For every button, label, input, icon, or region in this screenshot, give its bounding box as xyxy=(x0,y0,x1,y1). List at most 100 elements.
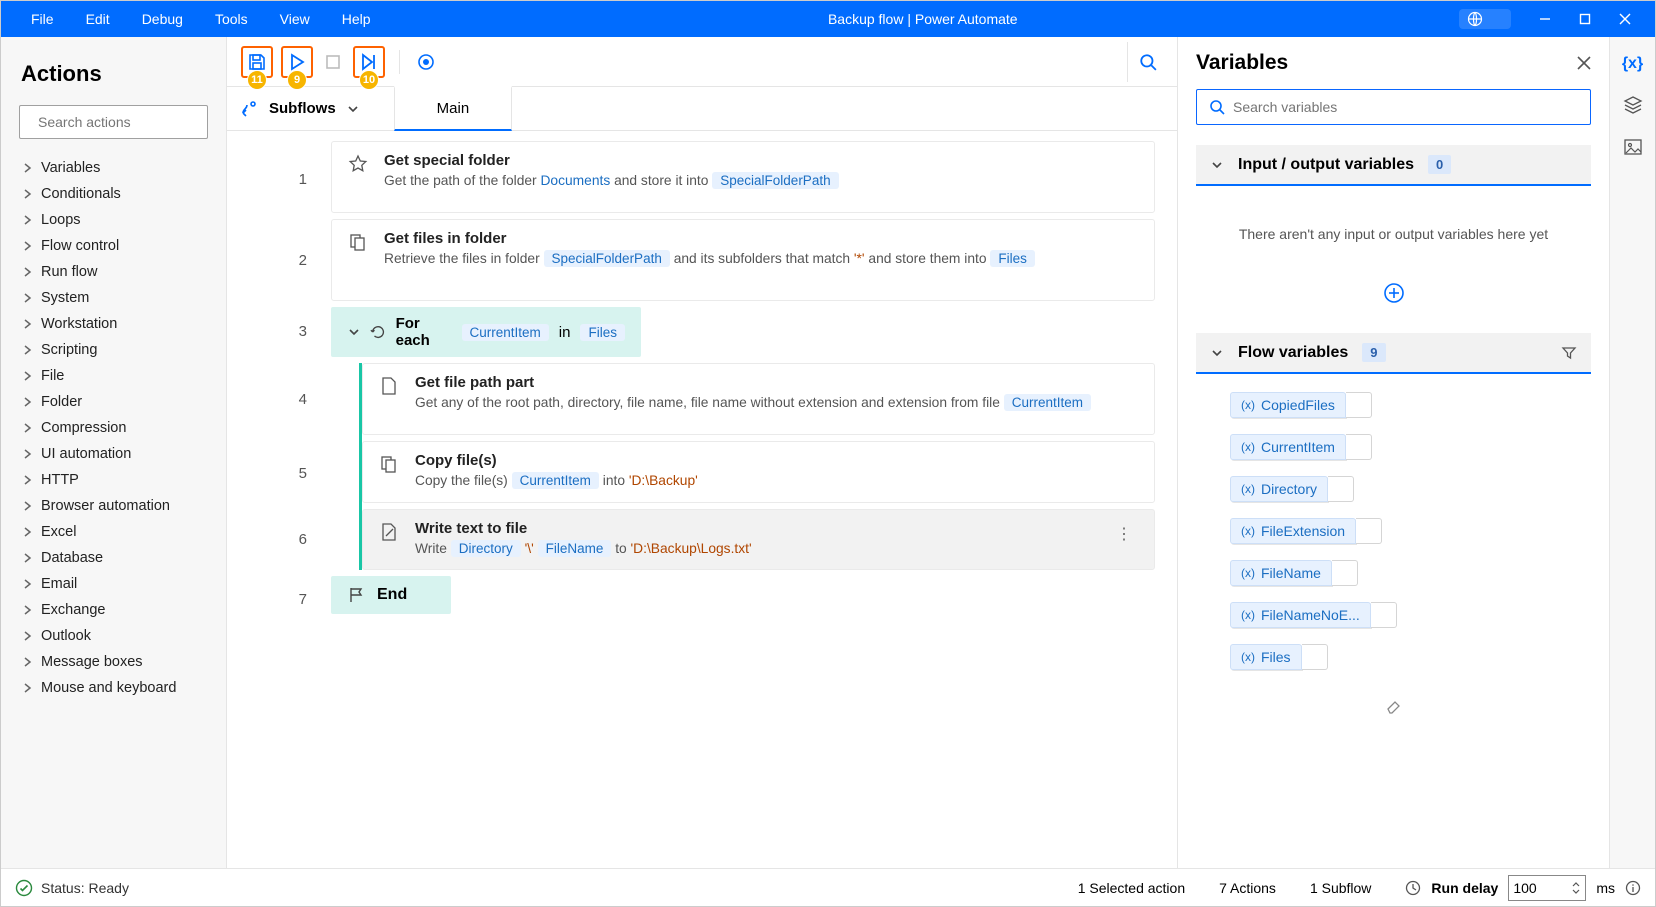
ms-label: ms xyxy=(1596,880,1615,896)
line-3: 3 xyxy=(227,303,327,359)
category-scripting[interactable]: Scripting xyxy=(1,337,226,363)
category-flow-control[interactable]: Flow control xyxy=(1,233,226,259)
flow-vars-header[interactable]: Flow variables 9 xyxy=(1196,333,1591,372)
actions-count: 7 Actions xyxy=(1219,880,1276,896)
variables-title: Variables xyxy=(1196,51,1288,75)
chevron-down-icon[interactable] xyxy=(1210,158,1224,172)
subflow-count: 1 Subflow xyxy=(1310,880,1371,896)
menu-tools[interactable]: Tools xyxy=(199,5,264,33)
save-button[interactable]: 11 xyxy=(241,46,273,78)
filter-icon[interactable] xyxy=(1561,345,1577,361)
flow-var-files[interactable]: (x) Files xyxy=(1230,644,1557,670)
designer-area: 11 9 10 Subflows M xyxy=(227,37,1177,868)
stepper-icon[interactable] xyxy=(1571,879,1581,897)
file-icon xyxy=(380,376,398,396)
flow-var-filename[interactable]: (x) FileName xyxy=(1230,560,1557,586)
category-http[interactable]: HTTP xyxy=(1,467,226,493)
record-button[interactable] xyxy=(410,46,442,78)
actions-pane: Actions VariablesConditionalsLoopsFlow c… xyxy=(1,37,227,868)
run-next-button[interactable]: 10 xyxy=(353,46,385,78)
loop-icon xyxy=(370,323,386,341)
environment-badge[interactable] xyxy=(1459,9,1511,29)
line-2: 2 xyxy=(227,217,327,303)
add-variable-button[interactable] xyxy=(1196,282,1591,333)
close-icon[interactable] xyxy=(1619,13,1631,25)
category-workstation[interactable]: Workstation xyxy=(1,311,226,337)
category-conditionals[interactable]: Conditionals xyxy=(1,181,226,207)
category-loops[interactable]: Loops xyxy=(1,207,226,233)
chevron-down-icon[interactable] xyxy=(347,325,360,339)
flow-var-filenamenoe[interactable]: (x) FileNameNoE... xyxy=(1230,602,1557,628)
actions-categories: VariablesConditionalsLoopsFlow controlRu… xyxy=(1,151,226,852)
more-icon[interactable]: ⋮ xyxy=(1108,520,1140,548)
io-vars-empty: There aren't any input or output variabl… xyxy=(1196,184,1591,282)
menu-file[interactable]: File xyxy=(15,5,70,33)
step-get-file-path-part[interactable]: Get file path part Get any of the root p… xyxy=(362,363,1155,435)
step-get-files-in-folder[interactable]: Get files in folder Retrieve the files i… xyxy=(331,219,1155,301)
subflow-bar: Subflows Main xyxy=(227,87,1177,131)
io-vars-header[interactable]: Input / output variables 0 xyxy=(1196,145,1591,184)
info-icon[interactable] xyxy=(1625,880,1641,896)
files-icon xyxy=(348,232,368,252)
flow-var-currentitem[interactable]: (x) CurrentItem xyxy=(1230,434,1557,460)
flow-vars-list: (x) CopiedFiles (x) CurrentItem (x) Direct… xyxy=(1196,372,1591,692)
menu-help[interactable]: Help xyxy=(326,5,387,33)
category-variables[interactable]: Variables xyxy=(1,155,226,181)
category-browser-automation[interactable]: Browser automation xyxy=(1,493,226,519)
subflows-label[interactable]: Subflows xyxy=(269,100,336,117)
maximize-icon[interactable] xyxy=(1579,13,1591,25)
category-folder[interactable]: Folder xyxy=(1,389,226,415)
minimize-icon[interactable] xyxy=(1539,13,1551,25)
flow-var-fileextension[interactable]: (x) FileExtension xyxy=(1230,518,1557,544)
variables-rail-icon[interactable]: {x} xyxy=(1622,55,1643,73)
category-outlook[interactable]: Outlook xyxy=(1,623,226,649)
line-7: 7 xyxy=(227,571,327,627)
step-for-each[interactable]: For each CurrentItem in Files xyxy=(331,307,641,357)
search-icon xyxy=(1139,53,1157,71)
menu-edit[interactable]: Edit xyxy=(70,5,126,33)
category-compression[interactable]: Compression xyxy=(1,415,226,441)
flow-var-directory[interactable]: (x) Directory xyxy=(1230,476,1557,502)
menu-view[interactable]: View xyxy=(264,5,326,33)
eraser-button[interactable] xyxy=(1196,692,1591,719)
run-delay-label: Run delay xyxy=(1431,880,1498,896)
category-file[interactable]: File xyxy=(1,363,226,389)
step-get-special-folder[interactable]: Get special folder Get the path of the f… xyxy=(331,141,1155,213)
category-mouse-and-keyboard[interactable]: Mouse and keyboard xyxy=(1,675,226,701)
search-variables-input[interactable] xyxy=(1233,99,1578,115)
flow-var-copiedfiles[interactable]: (x) CopiedFiles xyxy=(1230,392,1557,418)
close-icon[interactable] xyxy=(1577,56,1591,70)
image-icon[interactable] xyxy=(1623,137,1643,157)
tab-main[interactable]: Main xyxy=(394,86,513,131)
step-copy-files[interactable]: Copy file(s) Copy the file(s) CurrentIte… xyxy=(362,441,1155,503)
stop-button[interactable] xyxy=(317,46,349,78)
category-system[interactable]: System xyxy=(1,285,226,311)
category-excel[interactable]: Excel xyxy=(1,519,226,545)
search-variables[interactable] xyxy=(1196,89,1591,125)
line-5: 5 xyxy=(227,439,327,507)
menu-debug[interactable]: Debug xyxy=(126,5,199,33)
layers-icon[interactable] xyxy=(1623,95,1643,115)
category-email[interactable]: Email xyxy=(1,571,226,597)
search-actions-input[interactable] xyxy=(38,114,219,130)
statusbar: Status: Ready 1 Selected action 7 Action… xyxy=(1,868,1655,906)
run-delay-input[interactable]: 100 xyxy=(1508,875,1586,901)
subflow-icon xyxy=(241,100,259,118)
star-icon xyxy=(348,154,368,174)
category-exchange[interactable]: Exchange xyxy=(1,597,226,623)
chevron-down-icon[interactable] xyxy=(346,102,360,116)
chevron-down-icon[interactable] xyxy=(1210,346,1224,360)
step-end[interactable]: End xyxy=(331,576,451,614)
run-button[interactable]: 9 xyxy=(281,46,313,78)
right-rail: {x} xyxy=(1609,37,1655,868)
search-actions[interactable] xyxy=(19,105,208,139)
line-4: 4 xyxy=(227,359,327,439)
category-run-flow[interactable]: Run flow xyxy=(1,259,226,285)
actions-title: Actions xyxy=(1,53,226,105)
step-write-text-to-file[interactable]: Write text to file Write Directory '\' F… xyxy=(362,509,1155,571)
flow-search-button[interactable] xyxy=(1127,42,1167,82)
category-database[interactable]: Database xyxy=(1,545,226,571)
callout-10: 10 xyxy=(359,70,379,90)
category-message-boxes[interactable]: Message boxes xyxy=(1,649,226,675)
category-ui-automation[interactable]: UI automation xyxy=(1,441,226,467)
